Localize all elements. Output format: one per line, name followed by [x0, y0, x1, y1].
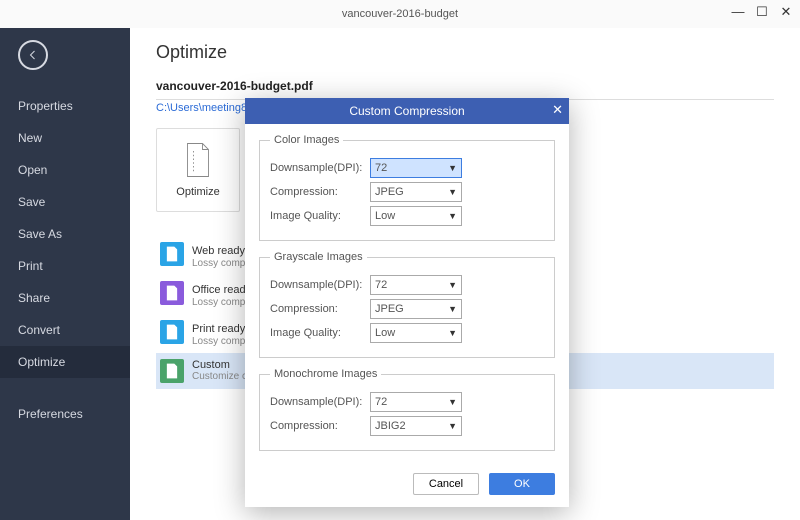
- mono-compression-select[interactable]: JBIG2▼: [370, 416, 462, 436]
- gray-downsample-select[interactable]: 72▼: [370, 275, 462, 295]
- dialog-close-button[interactable]: ✕: [552, 102, 563, 118]
- monochrome-images-legend: Monochrome Images: [270, 368, 381, 380]
- cancel-button[interactable]: Cancel: [413, 473, 479, 495]
- modal-overlay: Custom Compression ✕ Color Images Downsa…: [0, 0, 800, 520]
- chevron-down-icon: ▼: [448, 280, 457, 290]
- ok-button[interactable]: OK: [489, 473, 555, 495]
- custom-compression-dialog: Custom Compression ✕ Color Images Downsa…: [245, 98, 569, 507]
- color-downsample-select[interactable]: 72▼: [370, 158, 462, 178]
- color-images-group: Color Images Downsample(DPI): 72▼ Compre…: [259, 134, 555, 241]
- mono-compression-label: Compression:: [270, 420, 370, 432]
- monochrome-images-group: Monochrome Images Downsample(DPI): 72▼ C…: [259, 368, 555, 451]
- mono-downsample-select[interactable]: 72▼: [370, 392, 462, 412]
- chevron-down-icon: ▼: [448, 187, 457, 197]
- chevron-down-icon: ▼: [448, 163, 457, 173]
- gray-quality-select[interactable]: Low▼: [370, 323, 462, 343]
- grayscale-images-group: Grayscale Images Downsample(DPI): 72▼ Co…: [259, 251, 555, 358]
- dialog-title-bar: Custom Compression ✕: [245, 98, 569, 124]
- color-compression-label: Compression:: [270, 186, 370, 198]
- chevron-down-icon: ▼: [448, 304, 457, 314]
- gray-compression-select[interactable]: JPEG▼: [370, 299, 462, 319]
- color-quality-label: Image Quality:: [270, 210, 370, 222]
- chevron-down-icon: ▼: [448, 328, 457, 338]
- gray-compression-label: Compression:: [270, 303, 370, 315]
- color-quality-select[interactable]: Low▼: [370, 206, 462, 226]
- chevron-down-icon: ▼: [448, 397, 457, 407]
- chevron-down-icon: ▼: [448, 211, 457, 221]
- gray-downsample-label: Downsample(DPI):: [270, 279, 370, 291]
- color-downsample-label: Downsample(DPI):: [270, 162, 370, 174]
- mono-downsample-label: Downsample(DPI):: [270, 396, 370, 408]
- grayscale-images-legend: Grayscale Images: [270, 251, 367, 263]
- gray-quality-label: Image Quality:: [270, 327, 370, 339]
- color-compression-select[interactable]: JPEG▼: [370, 182, 462, 202]
- dialog-title: Custom Compression: [349, 104, 464, 118]
- chevron-down-icon: ▼: [448, 421, 457, 431]
- color-images-legend: Color Images: [270, 134, 343, 146]
